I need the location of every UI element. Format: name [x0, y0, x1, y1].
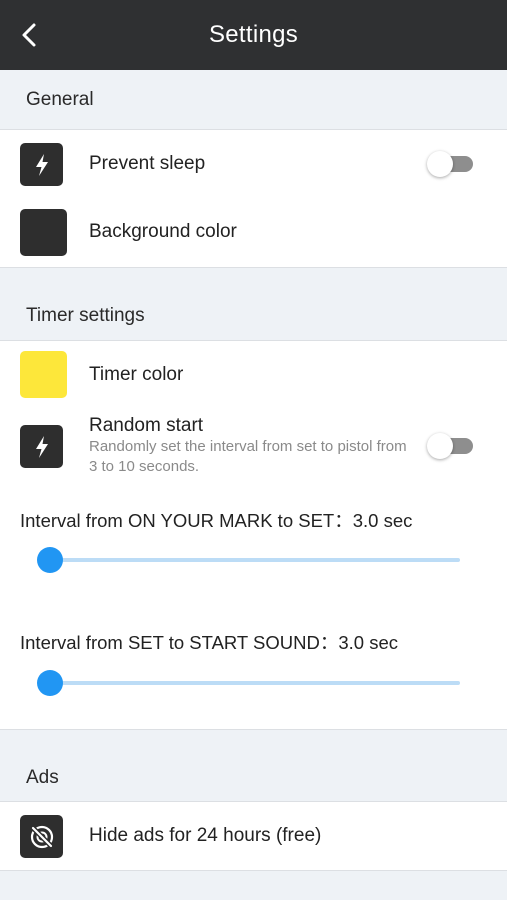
section-header-general: General: [26, 89, 94, 110]
timer-color-row[interactable]: Timer color: [0, 340, 507, 409]
slider-thumb[interactable]: [37, 547, 63, 573]
lightning-icon: [20, 425, 63, 468]
background-color-swatch[interactable]: [20, 209, 67, 256]
hide-ads-label: Hide ads for 24 hours (free): [89, 825, 322, 846]
slider-thumb[interactable]: [37, 670, 63, 696]
section-header-ads: Ads: [26, 766, 59, 788]
back-button[interactable]: [14, 18, 44, 52]
timer-color-label: Timer color: [89, 364, 184, 385]
chevron-left-icon: [22, 23, 36, 47]
toggle-knob: [427, 433, 453, 459]
prevent-sleep-row[interactable]: Prevent sleep: [0, 129, 507, 199]
background-color-label: Background color: [89, 221, 237, 242]
prevent-sleep-toggle[interactable]: [427, 151, 473, 177]
page-title: Settings: [208, 21, 299, 48]
hide-ads-row[interactable]: Hide ads for 24 hours (free): [0, 801, 507, 871]
lightning-icon: [20, 143, 63, 186]
random-start-label: Random start: [89, 415, 204, 436]
prevent-sleep-label: Prevent sleep: [89, 153, 206, 174]
toggle-knob: [427, 151, 453, 177]
interval-set-start-label: Interval from SET to START SOUND：3.0 sec: [20, 632, 398, 653]
interval-mark-set-row: Interval from ON YOUR MARK to SET：3.0 se…: [0, 484, 507, 607]
no-ads-icon: [20, 815, 63, 858]
random-start-description: Randomly set the interval from set to pi…: [89, 438, 407, 475]
timer-color-swatch[interactable]: [20, 351, 67, 398]
interval-set-start-row: Interval from SET to START SOUND：3.0 sec: [0, 606, 507, 730]
random-start-toggle[interactable]: [427, 433, 473, 459]
background-color-row[interactable]: Background color: [0, 198, 507, 268]
slider-track: [49, 558, 460, 562]
section-header-timer: Timer settings: [26, 305, 145, 326]
interval-mark-set-slider[interactable]: [37, 547, 460, 573]
navigation-bar: Settings: [0, 0, 507, 70]
interval-mark-set-label: Interval from ON YOUR MARK to SET：3.0 se…: [20, 510, 413, 531]
slider-track: [49, 681, 460, 685]
interval-set-start-slider[interactable]: [37, 670, 460, 696]
random-start-row[interactable]: Random start Randomly set the interval f…: [0, 408, 507, 485]
